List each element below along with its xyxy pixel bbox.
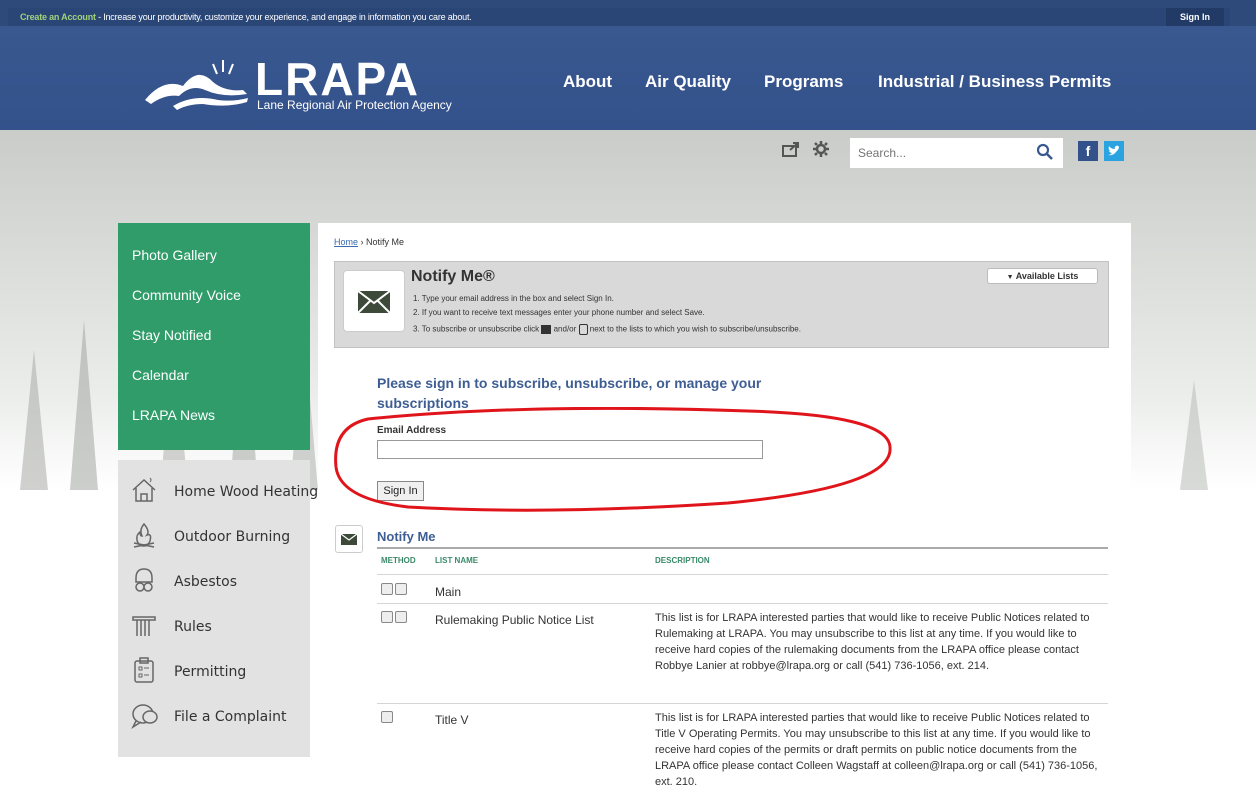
search-input[interactable] [850,138,1030,168]
sidebar-item-label: Home Wood Heating [174,484,319,500]
sidebar-item-photo-gallery[interactable]: Photo Gallery [118,247,310,287]
row-method-icons [381,611,407,623]
gear-icon[interactable] [812,140,830,158]
dropdown-triangle-icon: ▼ [1006,274,1014,281]
sidebar-programs-nav: Home Wood Heating Outdoor Burning Asbest… [118,460,318,757]
sms-subscribe-icon[interactable] [395,583,407,595]
sidebar-item-lrapa-news[interactable]: LRAPA News [118,407,310,447]
sidebar-item-file-a-complaint[interactable]: File a Complaint [118,697,310,742]
column-header-method: METHOD [381,556,416,565]
sidebar-item-label: Asbestos [174,574,238,590]
logo-subtitle: Lane Regional Air Protection Agency [257,98,452,112]
sidebar-item-community-voice[interactable]: Community Voice [118,287,310,327]
sidebar-item-label: Permitting [174,664,247,680]
list-name-main: Main [435,585,462,599]
available-lists-button[interactable]: ▼ Available Lists [987,268,1098,284]
list-header-divider [377,547,1108,549]
sidebar-item-permitting[interactable]: Permitting [118,652,310,697]
site-header: LRAPA Lane Regional Air Protection Agenc… [0,26,1256,130]
list-description-title-v: This list is for LRAPA interested partie… [655,712,1098,788]
account-tagline: - Increase your productivity, customize … [95,12,472,22]
nav-industrial-business-permits[interactable]: Industrial / Business Permits [878,72,1111,92]
instruction-step-1: 1. Type your email address in the box an… [413,294,614,303]
search-box [850,138,1063,168]
sidebar-item-stay-notified[interactable]: Stay Notified [118,327,310,367]
sidebar-item-calendar[interactable]: Calendar [118,367,310,407]
tree-decoration [70,320,98,490]
twitter-icon[interactable] [1104,141,1124,161]
sidebar-item-label: Rules [174,619,212,635]
tree-decoration [20,350,48,490]
clipboard-icon [134,657,154,683]
sms-subscribe-icon[interactable] [395,611,407,623]
sidebar-item-rules[interactable]: Rules [118,607,310,652]
top-sign-in-button[interactable]: Sign In [1166,8,1224,26]
sidebar-item-label: Outdoor Burning [174,529,291,545]
email-subscribe-icon[interactable] [381,583,393,595]
tree-decoration [1180,380,1208,490]
create-account-link[interactable]: Create an Account [20,12,96,22]
instruction-step-3: 3. To subscribe or unsubscribe click and… [413,324,801,335]
fire-icon [133,522,155,548]
available-lists-label: Available Lists [1015,271,1079,281]
nav-air-quality[interactable]: Air Quality [645,72,731,92]
envelope-tile [343,270,405,332]
breadcrumb: Home › Notify Me [334,237,404,247]
facebook-icon[interactable]: f [1078,141,1098,161]
share-icon[interactable] [782,140,802,158]
breadcrumb-home-link[interactable]: Home [334,237,358,247]
mask-icon [135,568,153,592]
list-section-title: Notify Me [377,529,436,544]
notify-me-title: Notify Me® [411,268,495,285]
column-icon [132,616,156,636]
sidebar-item-asbestos[interactable]: Asbestos [118,562,310,607]
email-subscribe-icon[interactable] [381,611,393,623]
search-icon[interactable] [1035,142,1055,162]
column-header-description: DESCRIPTION [655,556,710,565]
list-name-title-v: Title V [435,713,469,727]
list-description-rulemaking: This list is for LRAPA interested partie… [655,612,1090,672]
breadcrumb-separator: › [358,237,367,247]
list-name-rulemaking: Rulemaking Public Notice List [435,613,594,627]
list-envelope-tile [335,525,363,553]
envelope-icon [340,533,358,545]
phone-method-icon [578,324,588,335]
breadcrumb-current: Notify Me [366,237,405,247]
instruction-step-3-and: and/or [553,324,577,334]
sidebar-item-outdoor-burning[interactable]: Outdoor Burning [118,517,310,562]
row-divider [377,574,1108,575]
main-content: Home › Notify Me Notify Me® 1. Type your… [318,223,1131,797]
column-header-list-name: LIST NAME [435,556,479,565]
email-method-icon [541,325,552,334]
instruction-step-3-end: next to the lists to which you wish to s… [589,324,801,334]
sidebar-item-label: File a Complaint [174,709,287,725]
row-method-icons [381,583,407,595]
row-method-icons [381,711,393,723]
envelope-icon [357,290,391,314]
nav-programs[interactable]: Programs [764,72,843,92]
sidebar-primary-nav: Photo Gallery Community Voice Stay Notif… [118,223,310,450]
instruction-step-3-text: 3. To subscribe or unsubscribe click [413,324,540,334]
mountain-logo-icon [145,60,248,110]
logo-wordmark: LRAPA [255,53,421,105]
nav-about[interactable]: About [563,72,612,92]
email-subscribe-icon[interactable] [381,711,393,723]
sidebar-item-home-wood-heating[interactable]: Home Wood Heating [118,472,318,517]
row-divider [377,703,1108,704]
notify-me-info-box: Notify Me® 1. Type your email address in… [334,261,1109,348]
speech-bubble-icon [131,704,158,729]
instruction-step-2: 2. If you want to receive text messages … [413,308,705,317]
house-icon [132,477,156,502]
row-divider [377,603,1108,604]
red-annotation-circle [334,407,892,512]
lrapa-logo[interactable]: LRAPA Lane Regional Air Protection Agenc… [143,56,453,116]
account-strip: Create an Account - Increase your produc… [8,8,1230,26]
